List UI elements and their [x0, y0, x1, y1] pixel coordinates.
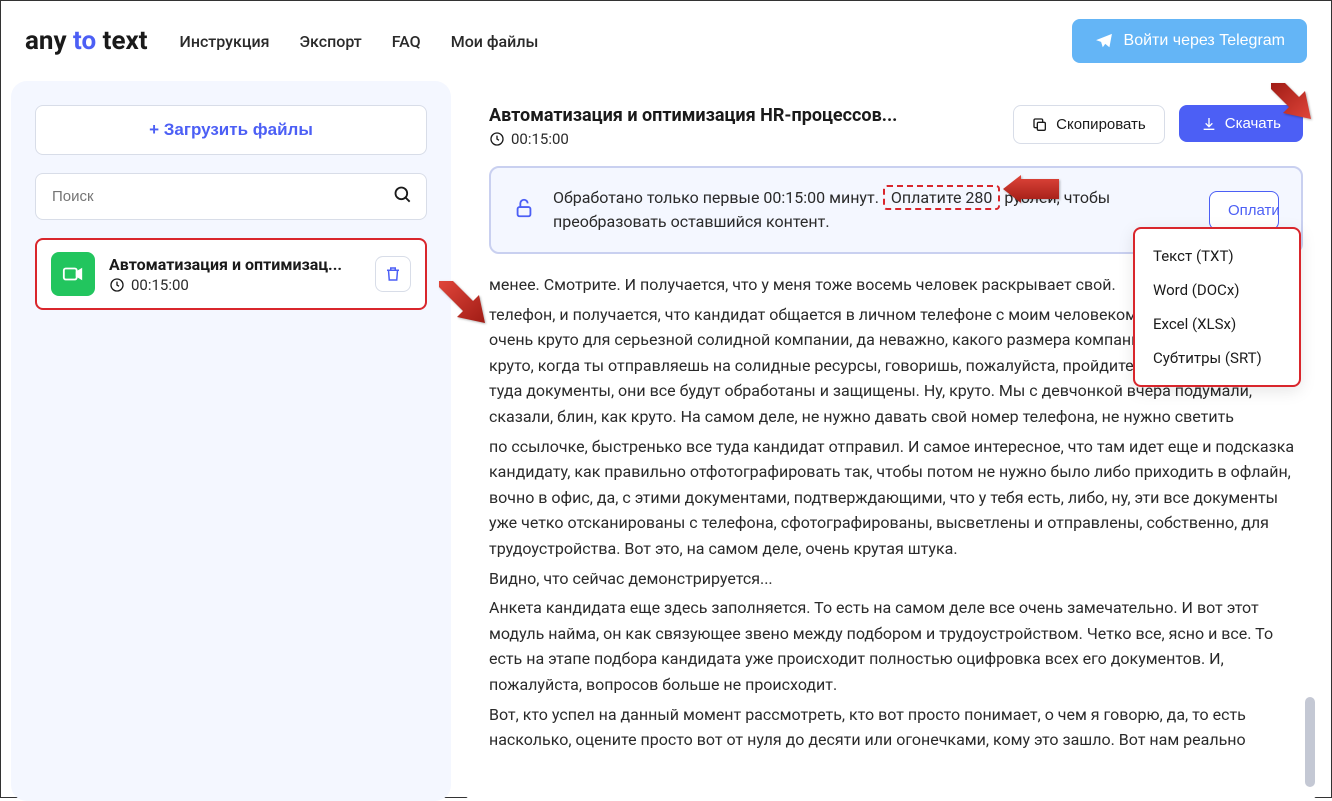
copy-icon [1032, 117, 1048, 133]
transcript-line: Вот, кто успел на данный момент рассмотр… [489, 702, 1295, 753]
telegram-login-button[interactable]: Войти через Telegram [1072, 19, 1307, 63]
nav-export[interactable]: Экспорт [299, 32, 361, 51]
file-duration-text: 00:15:00 [131, 276, 189, 294]
main-header: Автоматизация и оптимизация HR-процессов… [489, 105, 1303, 148]
search-input[interactable] [35, 173, 427, 220]
upload-button[interactable]: + Загрузить файлы [35, 105, 427, 155]
banner-highlight: Оплатите 280 [883, 185, 1001, 210]
nav: Инструкция Экспорт FAQ Мои файлы [180, 32, 539, 51]
file-item[interactable]: Автоматизация и оптимизац... 00:15:00 [35, 238, 427, 310]
logo-any: any [25, 26, 67, 56]
trash-icon [384, 265, 402, 283]
copy-button[interactable]: Скопировать [1013, 105, 1165, 144]
header: any to text Инструкция Экспорт FAQ Мои ф… [1, 1, 1331, 81]
dropdown-txt[interactable]: Текст (TXT) [1135, 239, 1299, 273]
telegram-login-label: Войти через Telegram [1124, 32, 1285, 50]
transcript-line: Видно, что сейчас демонстрируется... [489, 566, 1295, 592]
pay-button[interactable]: Оплатить [1209, 191, 1279, 230]
copy-label: Скопировать [1056, 116, 1146, 133]
file-title: Автоматизация и оптимизац... [109, 255, 359, 274]
clock-icon [489, 131, 505, 147]
nav-myfiles[interactable]: Мои файлы [451, 32, 539, 51]
transcript-line: по ссылочке, быстренько все туда кандида… [489, 434, 1295, 562]
content: + Загрузить файлы Автоматизация и оптими… [1, 81, 1331, 801]
logo-text: text [103, 26, 148, 56]
dropdown-docx[interactable]: Word (DOCx) [1135, 273, 1299, 307]
clock-icon [109, 277, 125, 293]
main-duration-text: 00:15:00 [511, 130, 569, 148]
main-duration: 00:15:00 [489, 130, 999, 148]
dropdown-srt[interactable]: Субтитры (SRT) [1135, 341, 1299, 375]
nav-instructions[interactable]: Инструкция [180, 32, 270, 51]
main-title: Автоматизация и оптимизация HR-процессов… [489, 105, 999, 126]
download-label: Скачать [1225, 115, 1281, 132]
download-icon [1201, 116, 1217, 132]
video-icon [51, 252, 95, 296]
file-info: Автоматизация и оптимизац... 00:15:00 [109, 255, 361, 294]
banner-text-before: Обработано только первые 00:15:00 минут. [553, 188, 883, 207]
banner-text: Обработано только первые 00:15:00 минут.… [553, 186, 1191, 234]
search-wrap [35, 173, 427, 220]
telegram-icon [1094, 31, 1114, 51]
main-panel: Автоматизация и оптимизация HR-процессов… [461, 81, 1321, 801]
file-duration: 00:15:00 [109, 276, 361, 294]
sidebar: + Загрузить файлы Автоматизация и оптими… [11, 81, 451, 801]
main-title-block: Автоматизация и оптимизация HR-процессов… [489, 105, 999, 148]
download-button[interactable]: Скачать [1179, 105, 1303, 142]
scrollbar-thumb[interactable] [1305, 697, 1315, 787]
search-icon [393, 185, 413, 209]
download-dropdown: Текст (TXT) Word (DOCx) Excel (XLSx) Суб… [1133, 227, 1301, 387]
delete-button[interactable] [375, 256, 411, 292]
transcript-line: Анкета кандидата еще здесь заполняется. … [489, 595, 1295, 697]
nav-faq[interactable]: FAQ [392, 32, 421, 51]
logo-to: to [67, 26, 103, 56]
lock-open-icon [513, 197, 535, 223]
logo[interactable]: any to text [25, 26, 148, 56]
dropdown-xlsx[interactable]: Excel (XLSx) [1135, 307, 1299, 341]
